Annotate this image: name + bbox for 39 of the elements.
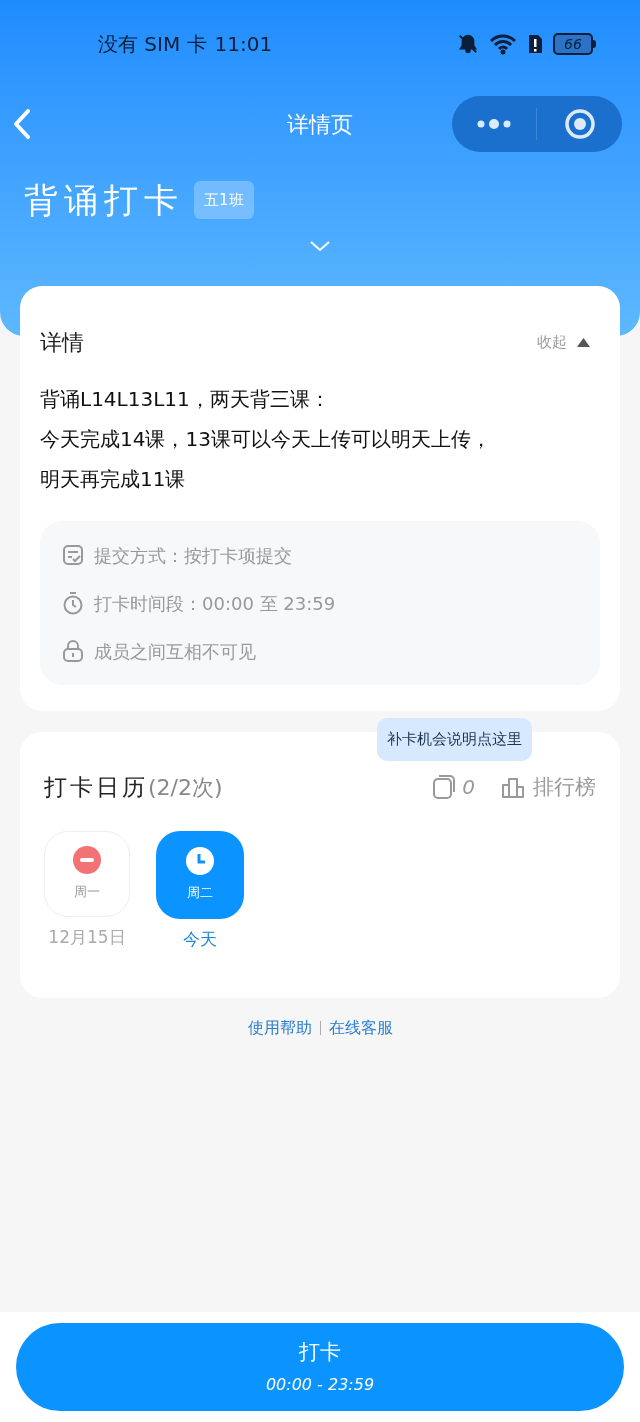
battery-icon: 66 <box>553 33 596 55</box>
makeup-tooltip[interactable]: 补卡机会说明点这里 <box>377 718 532 761</box>
caret-up-icon <box>577 338 590 347</box>
minus-circle-icon <box>73 845 101 874</box>
section-title: 打卡日历 <box>44 773 148 802</box>
wifi-icon <box>489 33 517 55</box>
day-date: 今天 <box>183 927 217 951</box>
carrier-text: 没有 SIM 卡 <box>98 31 207 58</box>
ranking-button[interactable]: 排行榜 <box>501 771 596 803</box>
muted-bell-icon <box>457 33 479 55</box>
task-description-line: 明天再完成11课 <box>40 466 186 493</box>
makeup-count-button[interactable]: 0 <box>432 772 475 803</box>
checkin-button[interactable]: 打卡 00:00 - 23:59 <box>16 1323 624 1411</box>
expand-chevron-icon[interactable] <box>309 240 331 252</box>
class-tag: 五1班 <box>194 180 254 220</box>
lock-icon <box>62 639 84 663</box>
clock-icon <box>186 846 214 875</box>
help-link[interactable]: 使用帮助 <box>247 1016 312 1040</box>
checklist-icon <box>62 544 84 566</box>
info-text: 打卡时间段：00:00 至 23:59 <box>94 591 336 616</box>
collapse-toggle[interactable]: 收起 <box>537 331 590 354</box>
task-description-line: 今天完成14课，13课可以今天上传可以明天上传， <box>40 426 491 453</box>
support-link[interactable]: 在线客服 <box>328 1016 393 1040</box>
task-description-line: 背诵L14L13L11，两天背三课： <box>40 386 330 413</box>
more-dots-icon <box>476 118 512 130</box>
podium-icon <box>501 775 525 800</box>
stopwatch-icon <box>62 591 84 615</box>
section-title: 详情 <box>40 329 84 357</box>
checkin-count: (2/2次) <box>148 773 223 802</box>
info-text: 提交方式：按打卡项提交 <box>94 543 292 568</box>
clock-time: 11:01 <box>214 31 273 58</box>
day-tile[interactable]: 周二 <box>156 830 244 919</box>
day-date: 12月15日 <box>48 925 126 949</box>
sim-alert-icon <box>527 33 543 55</box>
task-title: 背诵打卡 <box>24 178 184 222</box>
target-circle-icon <box>563 108 596 140</box>
cards-icon <box>432 774 457 801</box>
page-title: 详情页 <box>287 110 353 139</box>
info-text: 成员之间互相不可见 <box>94 639 256 664</box>
